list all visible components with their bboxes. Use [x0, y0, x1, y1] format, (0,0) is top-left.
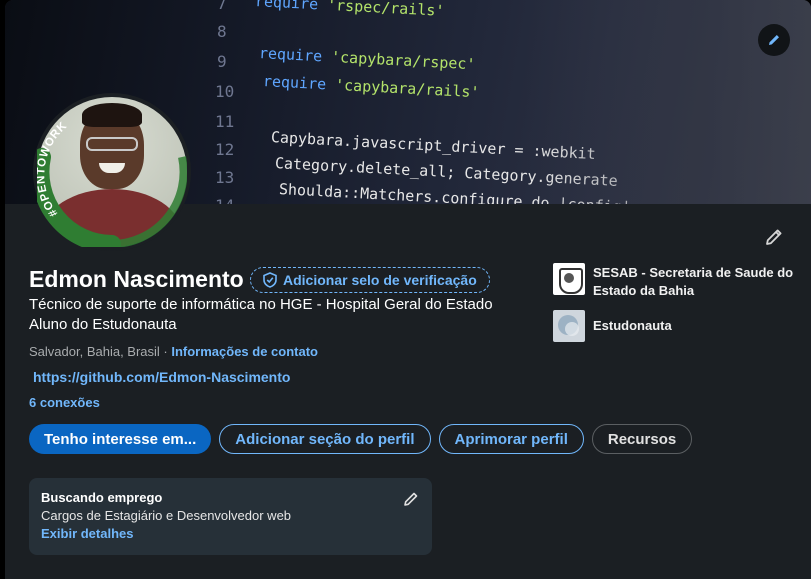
code-line: require 'capybara/rspec' [258, 44, 476, 74]
shield-check-icon [263, 272, 277, 288]
resources-button[interactable]: Recursos [591, 424, 693, 454]
website-link[interactable]: https://github.com/Edmon-Nascimento [33, 369, 290, 385]
edit-intro-button[interactable] [761, 224, 787, 250]
headline-line: Técnico de suporte de informática no HGE… [29, 296, 493, 313]
org-name: SESAB - Secretaria de Saude do Estado da… [593, 265, 794, 298]
show-details-link[interactable]: Exibir detalhes [41, 526, 420, 541]
verify-label: Adicionar selo de verificação [283, 272, 477, 288]
headline-line: Aluno do Estudonauta [29, 316, 177, 333]
enhance-profile-button[interactable]: Aprimorar perfil [438, 424, 584, 454]
org-item[interactable]: Estudonauta [553, 310, 803, 342]
open-to-button[interactable]: Tenho interesse em... [29, 424, 212, 454]
line-number: 9 [217, 52, 227, 71]
org-list: SESAB - Secretaria de Saude do Estado da… [553, 263, 803, 352]
open-to-work-ring: #OPENTOWORK [37, 120, 187, 247]
estudonauta-logo [553, 310, 585, 342]
pencil-icon [766, 229, 782, 245]
svg-text:#OPENTOWORK: #OPENTOWORK [37, 120, 70, 219]
contact-info-link[interactable]: Informações de contato [171, 344, 318, 359]
avatar[interactable]: #OPENTOWORK [33, 93, 191, 251]
line-number: 13 [215, 168, 235, 187]
add-section-button[interactable]: Adicionar seção do perfil [219, 424, 431, 454]
open-to-work-badge: #OPENTOWORK [37, 120, 69, 219]
line-number: 11 [215, 112, 235, 131]
connections-link[interactable]: 6 conexões [29, 395, 100, 410]
profile-headline: Técnico de suporte de informática no HGE… [29, 295, 549, 335]
add-verification-button[interactable]: Adicionar selo de verificação [250, 267, 490, 293]
edit-banner-button[interactable] [758, 24, 790, 56]
pencil-icon [769, 35, 779, 45]
separator: · [159, 344, 172, 359]
line-number: 7 [217, 0, 227, 13]
profile-name: Edmon Nascimento [29, 266, 244, 292]
profile-card: 7 8 9 10 11 12 13 14 require 'rspec/rail… [5, 0, 811, 579]
sesab-logo [553, 263, 585, 295]
code-gutter: 7 8 9 10 11 12 13 14 [205, 0, 249, 204]
code-line: require 'rspec/rails' [254, 0, 445, 20]
line-number: 12 [215, 140, 235, 159]
location-row: Salvador, Bahia, Brasil · Informações de… [29, 344, 318, 359]
otw-title: Buscando emprego [41, 490, 163, 505]
pencil-icon[interactable] [402, 490, 420, 508]
line-number: 10 [215, 82, 235, 101]
org-item[interactable]: SESAB - Secretaria de Saude do Estado da… [553, 263, 803, 300]
code-line: require 'capybara/rails' [262, 72, 480, 102]
line-number: 14 [215, 196, 234, 204]
location-text: Salvador, Bahia, Brasil [29, 344, 160, 359]
line-number: 8 [217, 22, 227, 41]
otw-roles: Cargos de Estagiário e Desenvolvedor web [41, 508, 292, 523]
action-buttons: Tenho interesse em... Adicionar seção do… [29, 424, 693, 454]
org-name: Estudonauta [593, 318, 672, 333]
open-to-work-card: Buscando emprego Cargos de Estagiário e … [29, 478, 432, 555]
